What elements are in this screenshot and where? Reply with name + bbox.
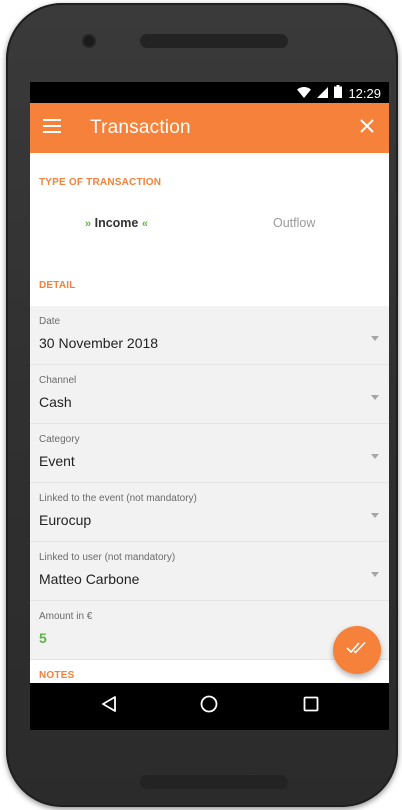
type-option-income-label: Income bbox=[94, 216, 139, 230]
home-circle-icon bbox=[200, 695, 218, 718]
confirm-fab-button[interactable] bbox=[333, 626, 381, 674]
caret-down-icon bbox=[371, 513, 379, 518]
type-option-outflow[interactable]: Outflow bbox=[273, 216, 315, 230]
caret-down-icon bbox=[371, 572, 379, 577]
close-button[interactable] bbox=[355, 116, 379, 140]
user-field-label: Linked to user (not mandatory) bbox=[39, 552, 176, 563]
caret-down-icon bbox=[371, 395, 379, 400]
category-field-value: Event bbox=[39, 453, 75, 469]
category-field-label: Category bbox=[39, 434, 80, 445]
caret-down-icon bbox=[371, 336, 379, 341]
type-section-header: TYPE OF TRANSACTION bbox=[30, 153, 389, 205]
status-bar: 12:29 bbox=[30, 82, 389, 103]
amount-field-label: Amount in € bbox=[39, 611, 93, 622]
channel-field-value: Cash bbox=[39, 394, 72, 410]
channel-field-label: Channel bbox=[39, 375, 77, 386]
back-button[interactable] bbox=[96, 693, 122, 719]
status-time: 12:29 bbox=[348, 85, 381, 101]
battery-icon bbox=[334, 85, 343, 101]
selected-right-chevron-icon: « bbox=[141, 218, 148, 230]
date-field[interactable]: Date 30 November 2018 bbox=[30, 306, 389, 365]
app-bar: Transaction bbox=[30, 103, 389, 153]
menu-button[interactable] bbox=[40, 116, 64, 140]
page-title: Transaction bbox=[90, 117, 191, 138]
recents-square-icon bbox=[303, 696, 319, 717]
transaction-type-selector: » Income « Outflow bbox=[30, 205, 389, 261]
wifi-icon bbox=[297, 86, 312, 101]
close-icon bbox=[360, 118, 374, 138]
camera-icon bbox=[84, 36, 94, 46]
user-field[interactable]: Linked to user (not mandatory) Matteo Ca… bbox=[30, 542, 389, 601]
event-field[interactable]: Linked to the event (not mandatory) Euro… bbox=[30, 483, 389, 542]
speaker-top bbox=[140, 34, 288, 48]
form-content: TYPE OF TRANSACTION » Income « Outflow D… bbox=[30, 153, 389, 683]
recents-button[interactable] bbox=[298, 693, 324, 719]
date-field-value: 30 November 2018 bbox=[39, 335, 159, 351]
android-nav-bar bbox=[30, 683, 389, 730]
notes-section-header: NOTES bbox=[30, 660, 389, 683]
amount-field-value: 5 bbox=[39, 630, 47, 646]
category-field[interactable]: Category Event bbox=[30, 424, 389, 483]
caret-down-icon bbox=[371, 454, 379, 459]
home-button[interactable] bbox=[196, 693, 222, 719]
detail-section-header: DETAIL bbox=[30, 261, 389, 306]
status-right: 12:29 bbox=[297, 85, 381, 101]
channel-field[interactable]: Channel Cash bbox=[30, 365, 389, 424]
event-field-label: Linked to the event (not mandatory) bbox=[39, 493, 197, 504]
back-triangle-icon bbox=[102, 695, 116, 717]
signal-icon bbox=[317, 86, 329, 101]
selected-left-chevron-icon: » bbox=[85, 218, 92, 230]
screen: 12:29 Transaction TYPE OF TRANSACTION » … bbox=[30, 82, 389, 730]
menu-icon bbox=[43, 118, 61, 138]
double-check-icon bbox=[346, 641, 368, 660]
event-field-value: Eurocup bbox=[39, 512, 92, 528]
date-field-label: Date bbox=[39, 316, 61, 327]
user-field-value: Matteo Carbone bbox=[39, 571, 140, 587]
type-option-income[interactable]: » Income « bbox=[85, 216, 148, 230]
speaker-bottom bbox=[140, 775, 288, 789]
